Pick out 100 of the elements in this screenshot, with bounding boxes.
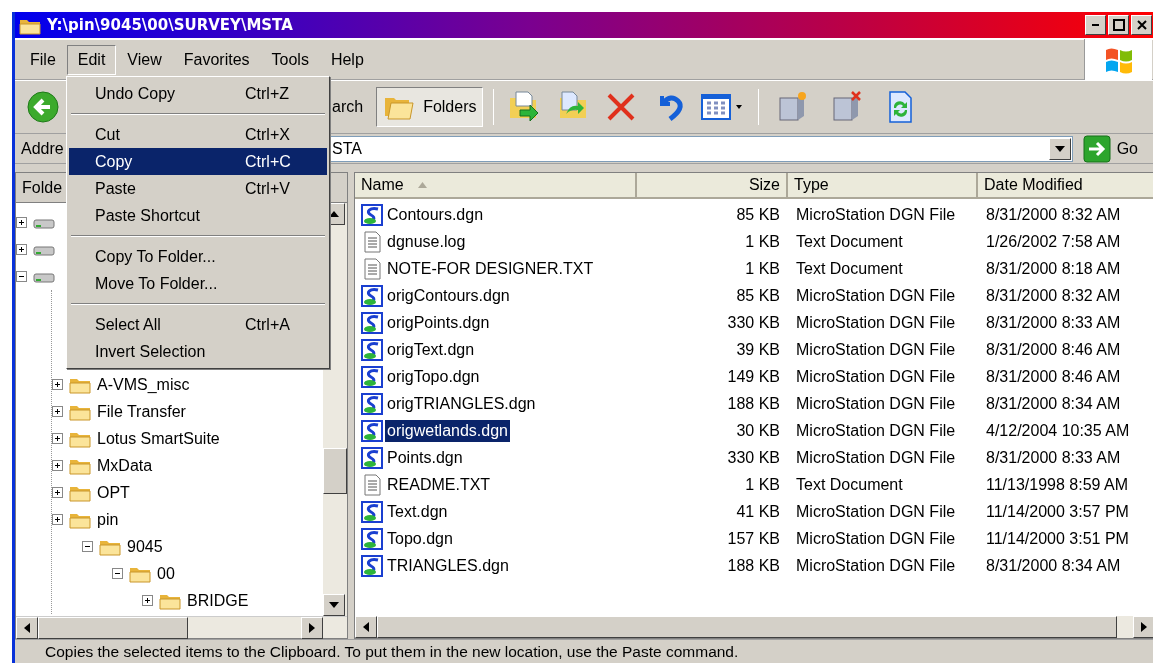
tree-item[interactable]: pin [97,510,119,529]
dgn-file-icon [361,311,383,334]
scroll-left-icon [24,622,30,633]
file-name[interactable]: origTRIANGLES.dgn [385,392,538,415]
menu-item[interactable]: Copy Ctrl+C [69,148,327,175]
dgn-file-icon [361,392,383,415]
menu-item[interactable]: Undo Copy Ctrl+Z [69,80,327,107]
dgn-file-icon [361,338,383,361]
scroll-left-icon [363,622,369,632]
file-name[interactable]: NOTE-FOR DESIGNER.TXT [385,257,596,280]
menu-item[interactable]: Paste Ctrl+V [69,175,327,202]
file-name[interactable]: Points.dgn [385,446,465,469]
scroll-right-icon [1141,622,1147,632]
close-button[interactable] [1131,15,1152,35]
collapse-icon[interactable] [16,271,27,282]
column-header[interactable]: Size [637,173,788,199]
table-cell-text: MicroStation DGN File [795,529,957,548]
file-name[interactable]: Contours.dgn [385,203,486,226]
scroll-down-icon [329,602,339,608]
menu-bar-item[interactable]: File [19,44,67,75]
table-cell-text: 330 KB [726,448,781,467]
expand-icon[interactable] [52,487,63,498]
table-cell-text: 4/12/2004 10:35 AM [985,421,1131,440]
expand-icon[interactable] [142,595,153,606]
table-cell-text: 39 KB [735,340,781,359]
dropdown-arrow-icon [1054,145,1065,152]
menu-bar-item[interactable]: View [116,44,173,75]
table-cell-text: 8/31/2000 8:33 AM [985,313,1122,332]
table-cell-text: MicroStation DGN File [795,502,957,521]
dgn-file-icon [361,419,383,442]
tree-item[interactable]: MxData [97,456,153,475]
minimize-icon [1092,24,1099,26]
menu-bar-item[interactable]: Favorites [172,44,261,75]
menu-item[interactable]: Invert Selection [69,338,327,365]
menu-item[interactable]: Paste Shortcut [69,202,327,229]
file-name[interactable]: origContours.dgn [385,284,512,307]
file-name[interactable]: TRIANGLES.dgn [385,554,511,577]
text-file-icon [361,257,383,280]
dgn-file-icon [361,284,383,307]
tree-item[interactable]: A-VMS_misc [97,375,190,394]
collapse-icon[interactable] [82,541,93,552]
expand-icon[interactable] [52,433,63,444]
text-file-icon [361,473,383,496]
dgn-file-icon [361,554,383,577]
column-header[interactable]: Name [355,173,637,199]
menu-bar-item[interactable]: Tools [260,44,320,75]
collapse-icon[interactable] [112,568,123,579]
table-cell-text: 188 KB [726,556,781,575]
menu-item[interactable]: Copy To Folder... [69,243,327,270]
scrollbar-thumb[interactable] [323,448,347,494]
column-header[interactable]: Type [788,173,978,199]
expand-icon[interactable] [16,244,27,255]
folders-button[interactable]: Folders [376,87,484,127]
file-name[interactable]: origwetlands.dgn [385,419,510,442]
file-name[interactable]: README.TXT [385,473,493,496]
scroll-up-icon [329,211,339,217]
scrollbar-thumb[interactable] [38,616,188,639]
file-name[interactable]: origTopo.dgn [385,365,482,388]
table-cell-text: MicroStation DGN File [795,556,957,575]
expand-icon[interactable] [52,406,63,417]
expand-icon[interactable] [16,217,27,228]
menu-item[interactable]: Move To Folder... [69,270,327,297]
menu-bar-item[interactable]: Help [319,44,375,75]
file-name[interactable]: origText.dgn [385,338,477,361]
tree-item[interactable]: BRIDGE [187,591,249,610]
table-cell-text: 11/13/1998 8:59 AM [985,475,1130,494]
menu-item[interactable]: Select All Ctrl+A [69,311,327,338]
dgn-file-icon [361,446,383,469]
tree-item[interactable]: 9045 [127,537,163,556]
tree-item[interactable]: Lotus SmartSuite [97,429,220,448]
horizontal-scrollbar[interactable] [16,616,347,638]
table-cell-text: 1 KB [744,232,781,251]
go-button[interactable]: Go [1072,134,1152,163]
file-name[interactable]: Topo.dgn [385,527,455,550]
menu-bar-item[interactable]: Edit [66,44,117,75]
expand-icon[interactable] [52,460,63,471]
file-name[interactable]: Text.dgn [385,500,450,523]
tree-item[interactable]: OPT [97,483,130,502]
minimize-button[interactable] [1085,15,1106,35]
file-name[interactable]: origPoints.dgn [385,311,492,334]
table-cell-text: 330 KB [726,313,781,332]
expand-icon[interactable] [52,514,63,525]
maximize-button[interactable] [1108,15,1129,35]
table-cell-text: 8/31/2000 8:34 AM [985,556,1122,575]
expand-icon[interactable] [52,379,63,390]
table-cell-text: MicroStation DGN File [795,313,957,332]
tree-item[interactable]: File Transfer [97,402,186,421]
table-cell-text: 8/31/2000 8:18 AM [985,259,1122,278]
table-cell-text: 85 KB [735,286,781,305]
status-text: Copies the selected items to the Clipboard. To put them in the new location, use the Paste command. [45,642,739,661]
table-cell-text: 41 KB [735,502,781,521]
table-cell-text: 8/31/2000 8:33 AM [985,448,1122,467]
table-cell-text: Text Document [795,232,904,251]
table-cell-text: MicroStation DGN File [795,394,957,413]
table-cell-text: 1/26/2002 7:58 AM [985,232,1122,251]
table-cell-text: 30 KB [735,421,781,440]
file-name[interactable]: dgnuse.log [385,230,468,253]
tree-item[interactable]: 00 [157,564,175,583]
table-cell-text: Text Document [795,259,904,278]
close-icon [1135,19,1148,31]
